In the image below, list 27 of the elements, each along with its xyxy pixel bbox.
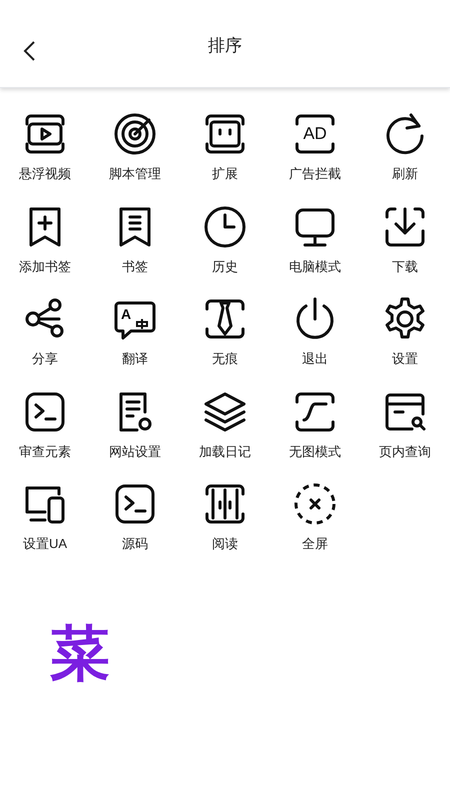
item-label: 无痕: [212, 350, 238, 368]
item-label: 审查元素: [19, 442, 71, 460]
item-label: 翻译: [122, 350, 148, 368]
item-label: 全屏: [302, 535, 328, 553]
item-label: 源码: [122, 535, 148, 553]
item-label: 脚本管理: [109, 165, 161, 183]
item-label: 阅读: [212, 535, 238, 553]
item-label: 历史: [212, 258, 238, 276]
item-label: 添加书签: [19, 258, 71, 276]
item-label: 下载: [392, 258, 418, 276]
item-label: 设置UA: [22, 535, 68, 553]
item-label: 书签: [122, 258, 148, 276]
item-label: 页内查询: [379, 442, 431, 460]
item-label: 分享: [32, 350, 58, 368]
back-icon[interactable]: [22, 40, 36, 62]
item-label: 设置: [392, 350, 418, 368]
item-label: 悬浮视频: [19, 165, 71, 183]
item-label: 加载日记: [199, 442, 251, 460]
item-label: 刷新: [392, 165, 418, 183]
footer-heading: 菜: [50, 624, 111, 684]
item-label: 网站设置: [109, 442, 161, 460]
item-label: 无图模式: [289, 442, 341, 460]
item-label: 退出: [302, 350, 328, 368]
item-label: 扩展: [212, 165, 238, 183]
item-label: 电脑模式: [289, 258, 341, 276]
item-label: 广告拦截: [289, 165, 341, 183]
page-title: 排序: [208, 34, 242, 57]
